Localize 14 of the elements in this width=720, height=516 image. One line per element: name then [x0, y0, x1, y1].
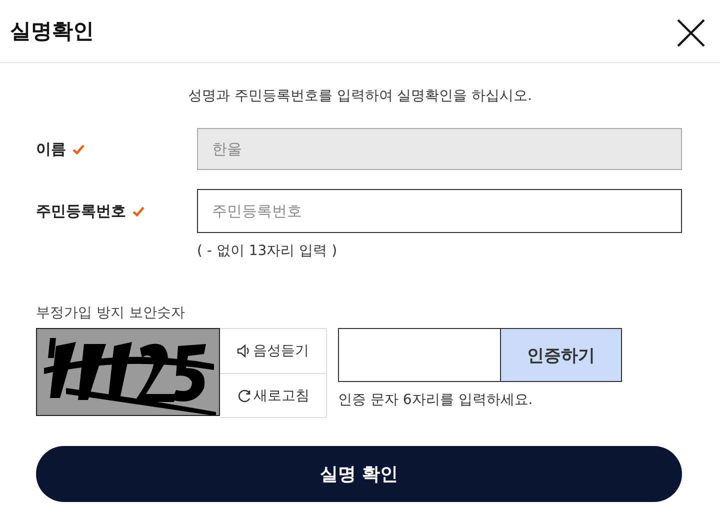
field-hint: ( - 없이 13자리 입력 ): [197, 242, 338, 260]
captcha-hint: 인증 문자 6자리를 입력하세요.: [338, 391, 534, 409]
captcha-input[interactable]: [338, 328, 500, 382]
speaker-icon: [237, 344, 251, 358]
instruction-text: 성명과 주민등록번호를 입력하여 실명확인을 하십시오.: [186, 87, 534, 105]
field-label: 주민등록번호: [36, 202, 126, 220]
refresh-icon: [236, 388, 252, 402]
captcha-label: 부정가입 방지 보안숫자: [36, 304, 186, 322]
dialog-title: 실명확인: [10, 18, 94, 45]
submit-button[interactable]: 실명 확인: [36, 446, 682, 502]
input-field[interactable]: 주민등록번호: [197, 189, 682, 233]
verify-button[interactable]: 인증하기: [500, 328, 622, 382]
field-label: 이름: [36, 140, 66, 158]
close-icon[interactable]: [676, 18, 706, 48]
